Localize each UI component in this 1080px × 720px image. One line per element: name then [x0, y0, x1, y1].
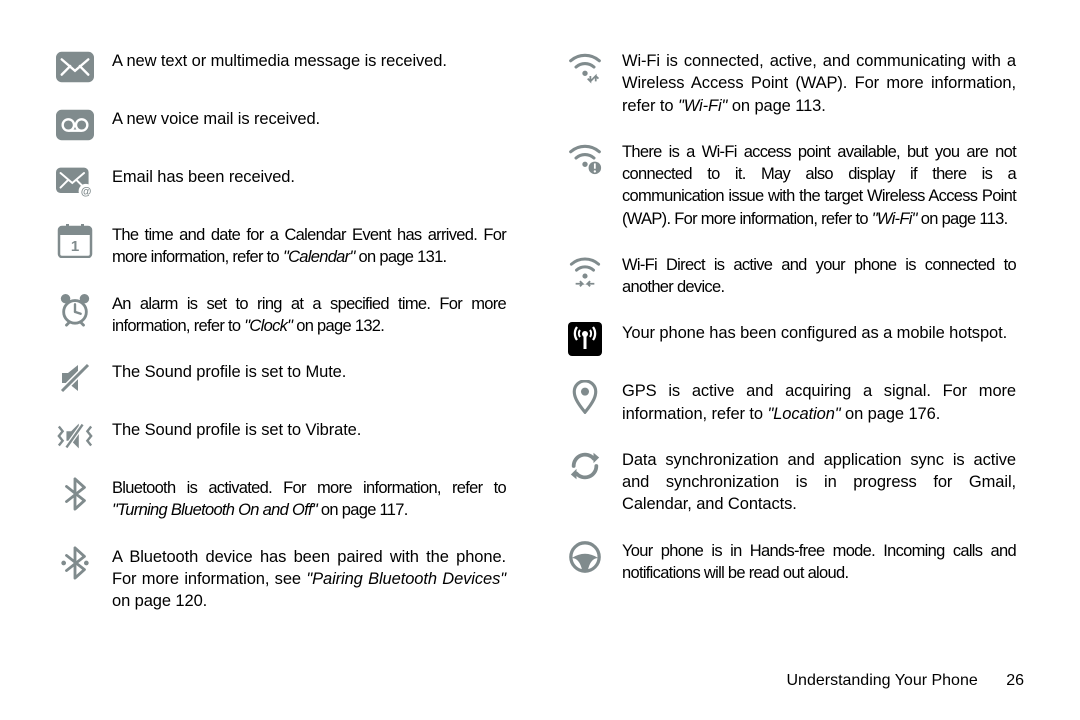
- icon-row: The Sound profile is set to Mute.: [56, 361, 506, 395]
- page-footer: Understanding Your Phone 26: [786, 672, 1024, 690]
- icon-description: An alarm is set to ring at a specified t…: [112, 293, 506, 338]
- footer-page-number: 26: [1006, 672, 1024, 690]
- icon-description: There is a Wi-Fi access point available,…: [622, 141, 1016, 230]
- icon-description: Your phone is in Hands-free mode. Incomi…: [622, 540, 1016, 585]
- wifi-connected-icon: [566, 50, 604, 84]
- sync-icon: [566, 449, 604, 483]
- icon-description: Bluetooth is activated. For more informa…: [112, 477, 506, 522]
- icon-description: A Bluetooth device has been paired with …: [112, 546, 506, 613]
- message-icon: [56, 50, 94, 84]
- icon-row: Wi-Fi Direct is active and your phone is…: [566, 254, 1016, 299]
- voicemail-icon: [56, 108, 94, 142]
- icon-row: A Bluetooth device has been paired with …: [56, 546, 506, 613]
- left-column: A new text or multimedia message is rece…: [56, 50, 506, 612]
- icon-row: There is a Wi-Fi access point available,…: [566, 141, 1016, 230]
- icon-description: The Sound profile is set to Vibrate.: [112, 419, 361, 441]
- hotspot-icon: [566, 322, 604, 356]
- icon-row: Data synchronization and application syn…: [566, 449, 1016, 516]
- alarm-icon: [56, 293, 94, 327]
- mute-icon: [56, 361, 94, 395]
- icon-description: Data synchronization and application syn…: [622, 449, 1016, 516]
- icon-description: Email has been received.: [112, 166, 295, 188]
- icon-row: Wi-Fi is connected, active, and communic…: [566, 50, 1016, 117]
- icon-row: A new voice mail is received.: [56, 108, 506, 142]
- wifi-direct-icon: [566, 254, 604, 288]
- icon-description: Wi-Fi is connected, active, and communic…: [622, 50, 1016, 117]
- icon-description: The Sound profile is set to Mute.: [112, 361, 346, 383]
- email-icon: [56, 166, 94, 200]
- wifi-warning-icon: [566, 141, 604, 175]
- icon-row: A new text or multimedia message is rece…: [56, 50, 506, 84]
- icon-row: The Sound profile is set to Vibrate.: [56, 419, 506, 453]
- icon-row: Bluetooth is activated. For more informa…: [56, 477, 506, 522]
- right-column: Wi-Fi is connected, active, and communic…: [566, 50, 1016, 612]
- icon-row: The time and date for a Calendar Event h…: [56, 224, 506, 269]
- icon-description: Wi-Fi Direct is active and your phone is…: [622, 254, 1016, 299]
- calendar-icon: [56, 224, 94, 258]
- icon-row: Your phone has been configured as a mobi…: [566, 322, 1016, 356]
- icon-row: GPS is active and acquiring a signal. Fo…: [566, 380, 1016, 425]
- bluetooth-paired-icon: [56, 546, 94, 580]
- gps-icon: [566, 380, 604, 414]
- icon-row: Email has been received.: [56, 166, 506, 200]
- icon-description: A new voice mail is received.: [112, 108, 320, 130]
- page-content: A new text or multimedia message is rece…: [0, 0, 1080, 642]
- icon-description: The time and date for a Calendar Event h…: [112, 224, 506, 269]
- handsfree-icon: [566, 540, 604, 574]
- icon-description: GPS is active and acquiring a signal. Fo…: [622, 380, 1016, 425]
- icon-row: An alarm is set to ring at a specified t…: [56, 293, 506, 338]
- bluetooth-icon: [56, 477, 94, 511]
- icon-description: Your phone has been configured as a mobi…: [622, 322, 1007, 344]
- vibrate-icon: [56, 419, 94, 453]
- icon-description: A new text or multimedia message is rece…: [112, 50, 447, 72]
- icon-row: Your phone is in Hands-free mode. Incomi…: [566, 540, 1016, 585]
- footer-section: Understanding Your Phone: [786, 672, 977, 689]
